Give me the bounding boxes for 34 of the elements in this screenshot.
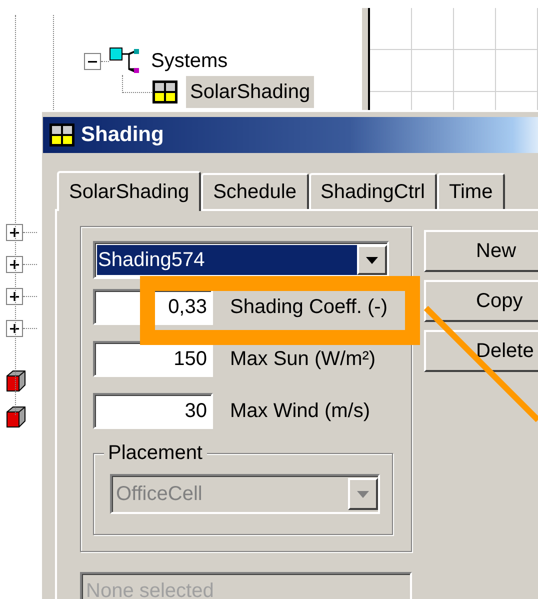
expand-toggle[interactable] (6, 256, 23, 272)
plus-icon (9, 226, 20, 238)
number-field[interactable]: 30 (93, 393, 213, 429)
dialog-button[interactable]: Delete (424, 330, 538, 372)
dialog-button[interactable]: Copy (424, 280, 538, 322)
tab[interactable]: Time (437, 173, 505, 209)
field-label: Max Wind (m/s) (230, 399, 370, 424)
plus-icon (9, 290, 20, 302)
number-field[interactable]: 150 (93, 341, 213, 377)
placement-dropdown: OfficeCell (110, 474, 380, 514)
tab[interactable]: ShadingCtrl (308, 173, 438, 209)
dialog-button[interactable]: New (424, 230, 538, 272)
systems-icon (109, 47, 141, 75)
expand-toggle[interactable] (6, 320, 23, 336)
expand-toggle[interactable] (6, 224, 23, 240)
box-icon (6, 370, 26, 392)
box-icon (6, 406, 26, 428)
plus-icon (9, 322, 20, 334)
grid-icon (49, 123, 75, 147)
grid-icon (152, 80, 178, 104)
dropdown-value: Shading574 (97, 245, 357, 275)
field-label: Max Sun (W/m²) (230, 347, 376, 372)
tree-item[interactable]: SolarShading (186, 76, 314, 108)
shading-dropdown[interactable]: Shading574 (93, 241, 389, 279)
collapse-toggle[interactable] (84, 52, 101, 70)
caret-icon (366, 256, 378, 264)
field-label: Shading Coeff. (-) (230, 295, 388, 320)
tree-item[interactable]: Systems (149, 46, 230, 76)
plus-icon (9, 258, 20, 270)
window-title: Shading (81, 122, 164, 148)
expand-toggle[interactable] (6, 288, 23, 304)
tab[interactable]: SolarShading (57, 171, 202, 211)
caret-icon (357, 490, 369, 498)
tab[interactable]: Schedule (201, 173, 308, 209)
